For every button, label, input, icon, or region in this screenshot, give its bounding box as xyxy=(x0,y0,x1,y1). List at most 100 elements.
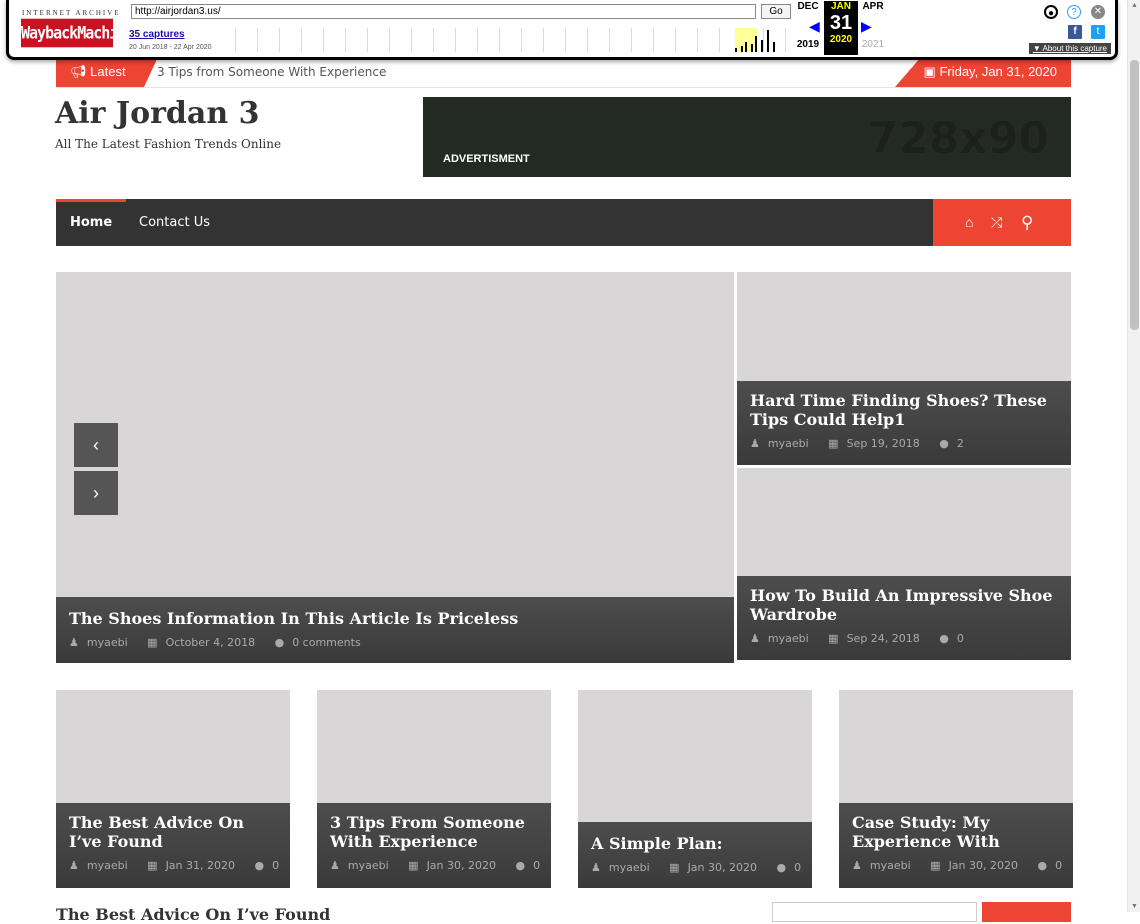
comment-icon: ● xyxy=(939,632,949,645)
post-comments[interactable]: 0 xyxy=(1055,859,1062,872)
slider-prev-button[interactable]: ‹ xyxy=(74,423,118,467)
nav-icon-group: ⌂ ⤮ ⚲ xyxy=(933,199,1071,246)
top-bar: 📢︎ Latest 3 Tips from Someone With Exper… xyxy=(56,57,1071,88)
post-comments[interactable]: 2 xyxy=(957,437,964,450)
next-month-label: APR xyxy=(862,1,884,12)
prev-month-label: DEC xyxy=(797,1,819,12)
slider-next-button[interactable]: › xyxy=(74,471,118,515)
date-label: Friday, Jan 31, 2020 xyxy=(939,64,1057,79)
sparkline-bar xyxy=(755,36,757,52)
post-author[interactable]: myaebi xyxy=(768,437,809,450)
facebook-icon[interactable]: f xyxy=(1068,25,1082,39)
cur-year-label: 2020 xyxy=(829,34,853,45)
sparkline-bar xyxy=(761,40,763,52)
section-heading[interactable]: The Best Advice On I’ve Found xyxy=(56,905,330,924)
card-title[interactable]: A Simple Plan: xyxy=(591,834,799,853)
cur-month-label: JAN xyxy=(830,1,851,12)
wayback-capture-range: 20 Jun 2018 - 22 Apr 2020 xyxy=(129,44,212,51)
post-author[interactable]: myaebi xyxy=(609,861,650,874)
twitter-icon[interactable]: t xyxy=(1091,25,1105,39)
post-meta: ♟ myaebi ▦ October 4, 2018 ● 0 comments xyxy=(69,636,721,649)
page-scrollbar[interactable]: ▲ ▼ xyxy=(1127,0,1140,912)
scroll-down-icon[interactable]: ▼ xyxy=(1131,903,1138,910)
about-capture-link[interactable]: ▼ About this capture xyxy=(1028,43,1111,54)
comment-icon: ● xyxy=(254,859,265,872)
slide-title[interactable]: The Shoes Information In This Article Is… xyxy=(69,609,721,628)
post-author[interactable]: myaebi xyxy=(870,859,911,872)
sidebar-search-button[interactable] xyxy=(982,902,1071,922)
side-post[interactable]: Hard Time Finding Shoes? These Tips Coul… xyxy=(737,272,1071,465)
post-card[interactable]: A Simple Plan: ♟ myaebi ▦ Jan 30, 2020 ● 0 xyxy=(578,690,812,888)
card-title[interactable]: 3 Tips From Someone With Experience xyxy=(330,813,538,851)
nav-home[interactable]: Home xyxy=(56,199,127,246)
prev-capture-arrow-icon[interactable]: ◀ xyxy=(809,18,820,35)
search-icon[interactable]: ⚲ xyxy=(1021,199,1033,246)
post-comments[interactable]: 0 xyxy=(957,632,964,645)
scroll-up-icon[interactable]: ▲ xyxy=(1131,2,1138,9)
post-comments[interactable]: 0 xyxy=(533,859,540,872)
side-post-caption: How To Build An Impressive Shoe Wardrobe… xyxy=(737,576,1071,660)
wayback-go-button[interactable]: Go xyxy=(761,4,791,19)
side-post-title[interactable]: Hard Time Finding Shoes? These Tips Coul… xyxy=(750,391,1058,429)
ad-label: ADVERTISMENT xyxy=(443,153,530,165)
post-card[interactable]: The Best Advice On I’ve Found ♟ myaebi ▦ J… xyxy=(56,690,290,888)
post-date: Jan 30, 2020 xyxy=(426,859,496,872)
card-title[interactable]: The Best Advice On I’ve Found xyxy=(69,813,277,851)
card-title[interactable]: Case Study: My Experience With xyxy=(852,813,1060,851)
wayback-captures-link[interactable]: 35 captures xyxy=(129,29,185,40)
calendar-icon: ▦ xyxy=(828,437,839,450)
shuffle-icon[interactable]: ⤮ xyxy=(991,199,1002,246)
post-author[interactable]: myaebi xyxy=(348,859,389,872)
home-icon[interactable]: ⌂ xyxy=(965,199,973,246)
cur-day-label: 31 xyxy=(829,12,853,34)
comment-icon: ● xyxy=(274,636,285,649)
post-author[interactable]: myaebi xyxy=(768,632,809,645)
post-meta: ♟ myaebi ▦ Jan 31, 2020 ● 0 xyxy=(69,859,279,872)
calendar-icon: ▦ xyxy=(669,861,680,874)
post-date: Jan 30, 2020 xyxy=(687,861,757,874)
latest-news-link[interactable]: 3 Tips from Someone With Experience xyxy=(157,57,386,87)
sidebar-search-input[interactable] xyxy=(772,902,977,922)
wayback-logo[interactable]: INTERNET ARCHIVE WaybackMachine xyxy=(21,6,134,48)
user-icon: ♟ xyxy=(750,437,760,450)
site-title[interactable]: Air Jordan 3 xyxy=(55,96,259,131)
side-post-caption: Hard Time Finding Shoes? These Tips Coul… xyxy=(737,381,1071,465)
comment-icon: ● xyxy=(776,861,787,874)
scroll-thumb[interactable] xyxy=(1130,60,1139,330)
post-date: October 4, 2018 xyxy=(165,636,256,649)
post-card[interactable]: 3 Tips From Someone With Experience ♟ mya… xyxy=(317,690,551,888)
post-comments[interactable]: 0 xyxy=(272,859,279,872)
account-icon[interactable]: ● xyxy=(1044,5,1058,19)
post-card[interactable]: Case Study: My Experience With ♟ myaebi ▦… xyxy=(839,690,1073,888)
chevron-right-icon: › xyxy=(93,483,99,503)
post-date: Sep 24, 2018 xyxy=(846,632,920,645)
post-date: Jan 30, 2020 xyxy=(948,859,1018,872)
side-post[interactable]: How To Build An Impressive Shoe Wardrobe… xyxy=(737,468,1071,660)
post-meta: ♟ myaebi ▦ Jan 30, 2020 ● 0 xyxy=(852,859,1062,872)
user-icon: ♟ xyxy=(852,859,862,872)
wayback-sparkline[interactable] xyxy=(235,28,791,52)
slide-caption: The Shoes Information In This Article Is… xyxy=(56,597,734,663)
post-author[interactable]: myaebi xyxy=(87,636,128,649)
help-icon[interactable]: ? xyxy=(1067,5,1081,19)
side-post-title[interactable]: How To Build An Impressive Shoe Wardrobe xyxy=(750,586,1058,624)
sparkline-bar xyxy=(773,42,775,52)
wayback-url-input[interactable]: http://airjordan3.us/ xyxy=(131,4,756,19)
wayback-logo-top: INTERNET ARCHIVE xyxy=(22,9,121,17)
post-date: Sep 19, 2018 xyxy=(846,437,920,450)
post-comments[interactable]: 0 xyxy=(794,861,801,874)
advertisement-banner[interactable]: ADVERTISMENT 728x90 xyxy=(423,97,1071,177)
next-capture-arrow-icon[interactable]: ▶ xyxy=(861,18,872,35)
close-icon[interactable]: ✕ xyxy=(1091,5,1105,19)
calendar-icon: ▣ xyxy=(923,64,936,79)
card-caption: The Best Advice On I’ve Found ♟ myaebi ▦ J… xyxy=(56,803,290,888)
calendar-icon: ▦ xyxy=(828,632,839,645)
sparkline-bar xyxy=(751,44,753,52)
post-comments[interactable]: 0 comments xyxy=(292,636,361,649)
nav-contact-us[interactable]: Contact Us xyxy=(139,199,210,246)
featured-slide[interactable]: The Shoes Information In This Article Is… xyxy=(56,272,734,663)
post-meta: ♟ myaebi ▦ Sep 19, 2018 ● 2 xyxy=(750,437,1058,450)
latest-tag: 📢︎ Latest xyxy=(56,57,158,87)
megaphone-icon: 📢︎ xyxy=(70,64,87,79)
post-author[interactable]: myaebi xyxy=(87,859,128,872)
